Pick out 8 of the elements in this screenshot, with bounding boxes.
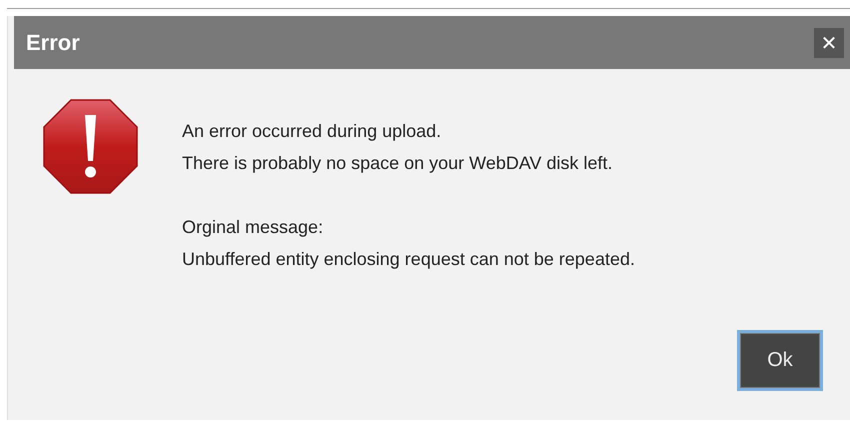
detail-text: Unbuffered entity enclosing request can not be repeated.: [182, 248, 635, 271]
message-text: There is probably no space on your WebDAV disk left.: [182, 152, 614, 175]
window-title: Error: [26, 30, 80, 56]
message-text: An error occurred during upload.: [182, 120, 442, 143]
detail-text: Orginal message:: [182, 216, 324, 239]
ok-button[interactable]: Ok: [740, 333, 820, 388]
error-icon: [43, 99, 138, 194]
close-button[interactable]: ✕: [814, 28, 844, 58]
